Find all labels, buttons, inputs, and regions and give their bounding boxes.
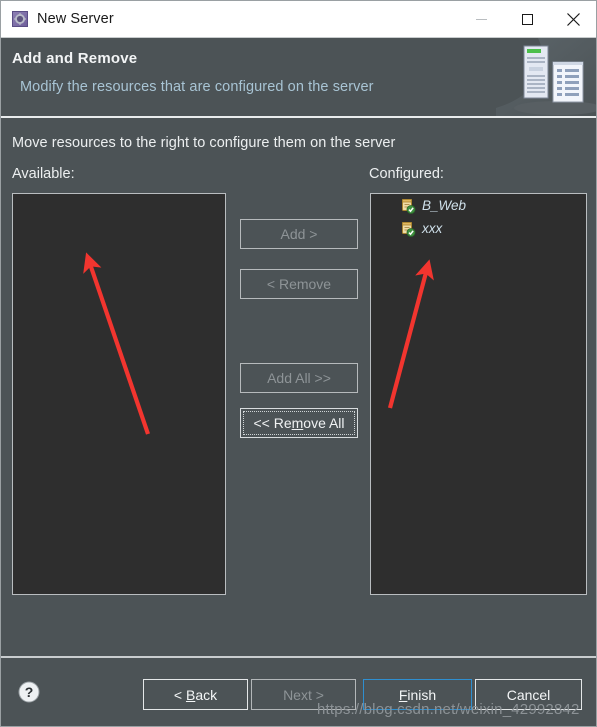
back-button[interactable]: < Back [143, 679, 248, 710]
web-module-icon [400, 221, 416, 237]
add-all-button[interactable]: Add All >> [240, 363, 358, 393]
remove-button[interactable]: < Remove [240, 269, 358, 299]
wizard-banner: Add and Remove Modify the resources that… [1, 38, 596, 116]
remove-all-button[interactable]: << Remove All [240, 408, 358, 438]
help-question-icon[interactable]: ? [17, 680, 41, 704]
add-button[interactable]: Add > [240, 219, 358, 249]
banner-subtitle: Modify the resources that are configured… [20, 79, 374, 95]
gear-icon [12, 11, 28, 27]
titlebar: New Server [1, 1, 596, 38]
gear-icon-glyph [14, 13, 26, 25]
dialog-body: Move resources to the right to configure… [1, 118, 596, 656]
svg-text:?: ? [25, 684, 34, 700]
remove-all-button-label: << Remove All [253, 415, 345, 431]
maximize-icon[interactable] [504, 1, 550, 37]
list-item[interactable]: xxx [371, 217, 586, 240]
minimize-icon[interactable] [458, 1, 504, 37]
available-label: Available: [12, 166, 75, 182]
configured-label: Configured: [369, 166, 444, 182]
server-and-document-icon [496, 38, 596, 116]
list-item-label: B_Web [422, 198, 467, 213]
instruction-text: Move resources to the right to configure… [12, 135, 396, 151]
new-server-dialog: New Server Add and Remove Modify the res… [0, 0, 597, 727]
available-list[interactable] [12, 193, 226, 595]
list-item-label: xxx [422, 221, 443, 236]
back-button-label: < Back [173, 686, 218, 703]
close-icon[interactable] [550, 1, 596, 37]
web-module-icon [400, 198, 416, 214]
watermark-text: https://blog.csdn.net/weixin_42992842 [317, 701, 580, 718]
window-title: New Server [37, 11, 114, 27]
window-controls [458, 1, 596, 37]
banner-title: Add and Remove [12, 50, 138, 67]
configured-list[interactable]: B_Web xxx [370, 193, 587, 595]
list-item[interactable]: B_Web [371, 194, 586, 217]
